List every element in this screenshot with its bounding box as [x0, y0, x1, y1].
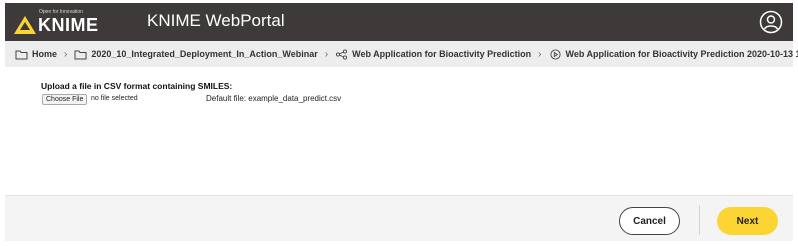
breadcrumb-separator: › [64, 48, 68, 60]
app-title: KNIME WebPortal [147, 11, 285, 30]
main-content: Upload a file in CSV format containing S… [5, 67, 793, 195]
user-circle-icon[interactable] [759, 10, 783, 34]
breadcrumb-label: Home [32, 49, 58, 59]
knime-triangle-icon [14, 16, 36, 34]
breadcrumb-item-home[interactable]: Home [15, 49, 57, 60]
breadcrumb-item-workflow[interactable]: Web Application for Bioactivity Predicti… [335, 48, 532, 60]
selected-file-text: no file selected [91, 95, 138, 102]
default-file-text: Default file: example_data_predict.csv [206, 94, 342, 103]
cancel-button[interactable]: Cancel [619, 207, 680, 235]
breadcrumb-item-job[interactable]: Web Application for Bioactivity Predicti… [549, 48, 798, 60]
breadcrumb-label: 2020_10_Integrated_Deployment_In_Action_… [91, 49, 318, 59]
play-circle-icon [549, 48, 561, 60]
folder-icon [15, 50, 28, 59]
next-button[interactable]: Next [717, 207, 778, 235]
breadcrumb-label: Web Application for Bioactivity Predicti… [352, 49, 532, 59]
upload-label: Upload a file in CSV format containing S… [41, 81, 233, 91]
breadcrumb: Home › 2020_10_Integrated_Deployment_In_… [5, 41, 798, 67]
footer-divider [699, 205, 700, 235]
choose-file-button[interactable]: Choose File [42, 94, 88, 105]
folder-icon [74, 50, 87, 59]
breadcrumb-item-webinar-folder[interactable]: 2020_10_Integrated_Deployment_In_Action_… [74, 49, 318, 60]
workflow-icon [336, 48, 348, 60]
logo-wordmark: KNIME [38, 15, 99, 35]
breadcrumb-separator: › [538, 48, 542, 60]
breadcrumb-label: Web Application for Bioactivity Predicti… [565, 49, 798, 59]
knime-logo[interactable]: Open for Innovation KNIME [14, 9, 104, 35]
footer-bar: Cancel Next [5, 195, 793, 241]
top-app-bar: Open for Innovation KNIME KNIME WebPorta… [5, 3, 793, 41]
breadcrumb-separator: › [324, 48, 329, 60]
